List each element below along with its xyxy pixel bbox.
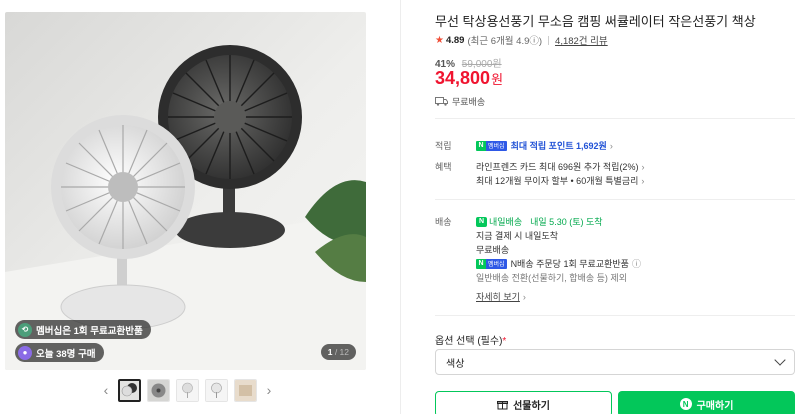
rating-score: 4.89 (445, 34, 465, 46)
people-icon: ● (18, 345, 32, 360)
npay-membership-icon: N 멤버십 (476, 258, 507, 269)
thumbnail[interactable] (118, 379, 141, 402)
free-shipping: 무료배송 (435, 95, 485, 108)
benefit-installment[interactable]: 최대 12개월 무이자 할부 • 60개월 특별금리 › (476, 174, 644, 187)
buy-button[interactable]: N 구매하기 (618, 391, 795, 414)
more-details-link[interactable]: 자세히 보기 › (476, 290, 526, 303)
npay-membership-icon: N 멤버십 (476, 140, 507, 151)
rating-row: ★ 4.89 (최근 6개월 4.9ⓘ) 4,182건 리뷰 (435, 33, 608, 48)
chevron-right-icon: › (641, 161, 645, 172)
review-count-link[interactable]: 4,182건 리뷰 (555, 33, 608, 47)
benefit-card[interactable]: 라인프렌즈 카드 최대 696원 추가 적립(2%) › (476, 160, 644, 173)
main-product-image[interactable]: ⟲ 멤버십은 1회 무료교환반품 ● 오늘 38명 구매 1 / 12 (5, 12, 366, 370)
prev-thumbnail-button[interactable]: ‹ (100, 379, 112, 402)
chevron-down-icon (774, 354, 786, 366)
rating-recent[interactable]: (최근 6개월 4.9ⓘ) (467, 33, 542, 47)
next-thumbnail-button[interactable]: › (263, 379, 275, 402)
star-icon: ★ (435, 34, 444, 46)
color-option-select[interactable]: 색상 (435, 349, 795, 375)
thumbnail[interactable] (234, 379, 257, 402)
product-gallery: ⟲ 멤버십은 1회 무료교환반품 ● 오늘 38명 구매 1 / 12 ‹ › (0, 0, 400, 414)
truck-icon (435, 97, 448, 106)
chevron-right-icon: › (609, 140, 613, 151)
thumbnail[interactable] (176, 379, 199, 402)
delivery-exception: 일반배송 전환(선물하기, 합배송 등) 제외 (476, 273, 627, 283)
option-label: 옵션 선택 (필수)* (435, 336, 507, 347)
product-title: 무선 탁상용선풍기 무소음 캠핑 써큘레이터 작은선풍기 책상 (435, 14, 756, 29)
thumbnail[interactable] (205, 379, 228, 402)
tomorrow-delivery-icon: N 내일배송 (476, 215, 522, 228)
separator (548, 35, 550, 45)
benefit-label: 혜택 (435, 162, 452, 172)
membership-icon: ⟲ (18, 322, 32, 337)
gift-button[interactable]: 선물하기 (435, 391, 612, 414)
image-counter: 1 / 12 (320, 344, 356, 360)
info-icon[interactable]: ⓘ (632, 257, 641, 270)
npay-icon: N (679, 398, 692, 410)
thumbnail-strip: ‹ › (100, 379, 275, 402)
chevron-right-icon: › (522, 291, 526, 302)
points-value[interactable]: N 멤버십 최대 적립 포인트 1,692원 › (476, 139, 613, 152)
delivery-label: 배송 (435, 217, 452, 227)
delivery-return: N 멤버십 N배송 주문당 1회 무료교환반품 ⓘ (476, 257, 641, 270)
divider (435, 118, 795, 119)
delivery-free: 무료배송 (476, 245, 510, 255)
purchase-count-badge: ● 오늘 38명 구매 (15, 343, 104, 362)
thumbnail[interactable] (147, 379, 170, 402)
gift-icon (497, 400, 509, 409)
sale-price: 34,800원 (435, 68, 504, 88)
chevron-right-icon: › (641, 175, 645, 186)
column-divider (400, 0, 401, 414)
delivery-tomorrow: N 내일배송 내일 5.30 (토) 도착 (476, 215, 603, 228)
points-label: 적립 (435, 141, 452, 151)
delivery-note: 지금 결제 시 내일도착 (476, 231, 559, 241)
divider (435, 199, 795, 200)
membership-badge: ⟲ 멤버십은 1회 무료교환반품 (15, 320, 151, 339)
divider (435, 315, 795, 316)
